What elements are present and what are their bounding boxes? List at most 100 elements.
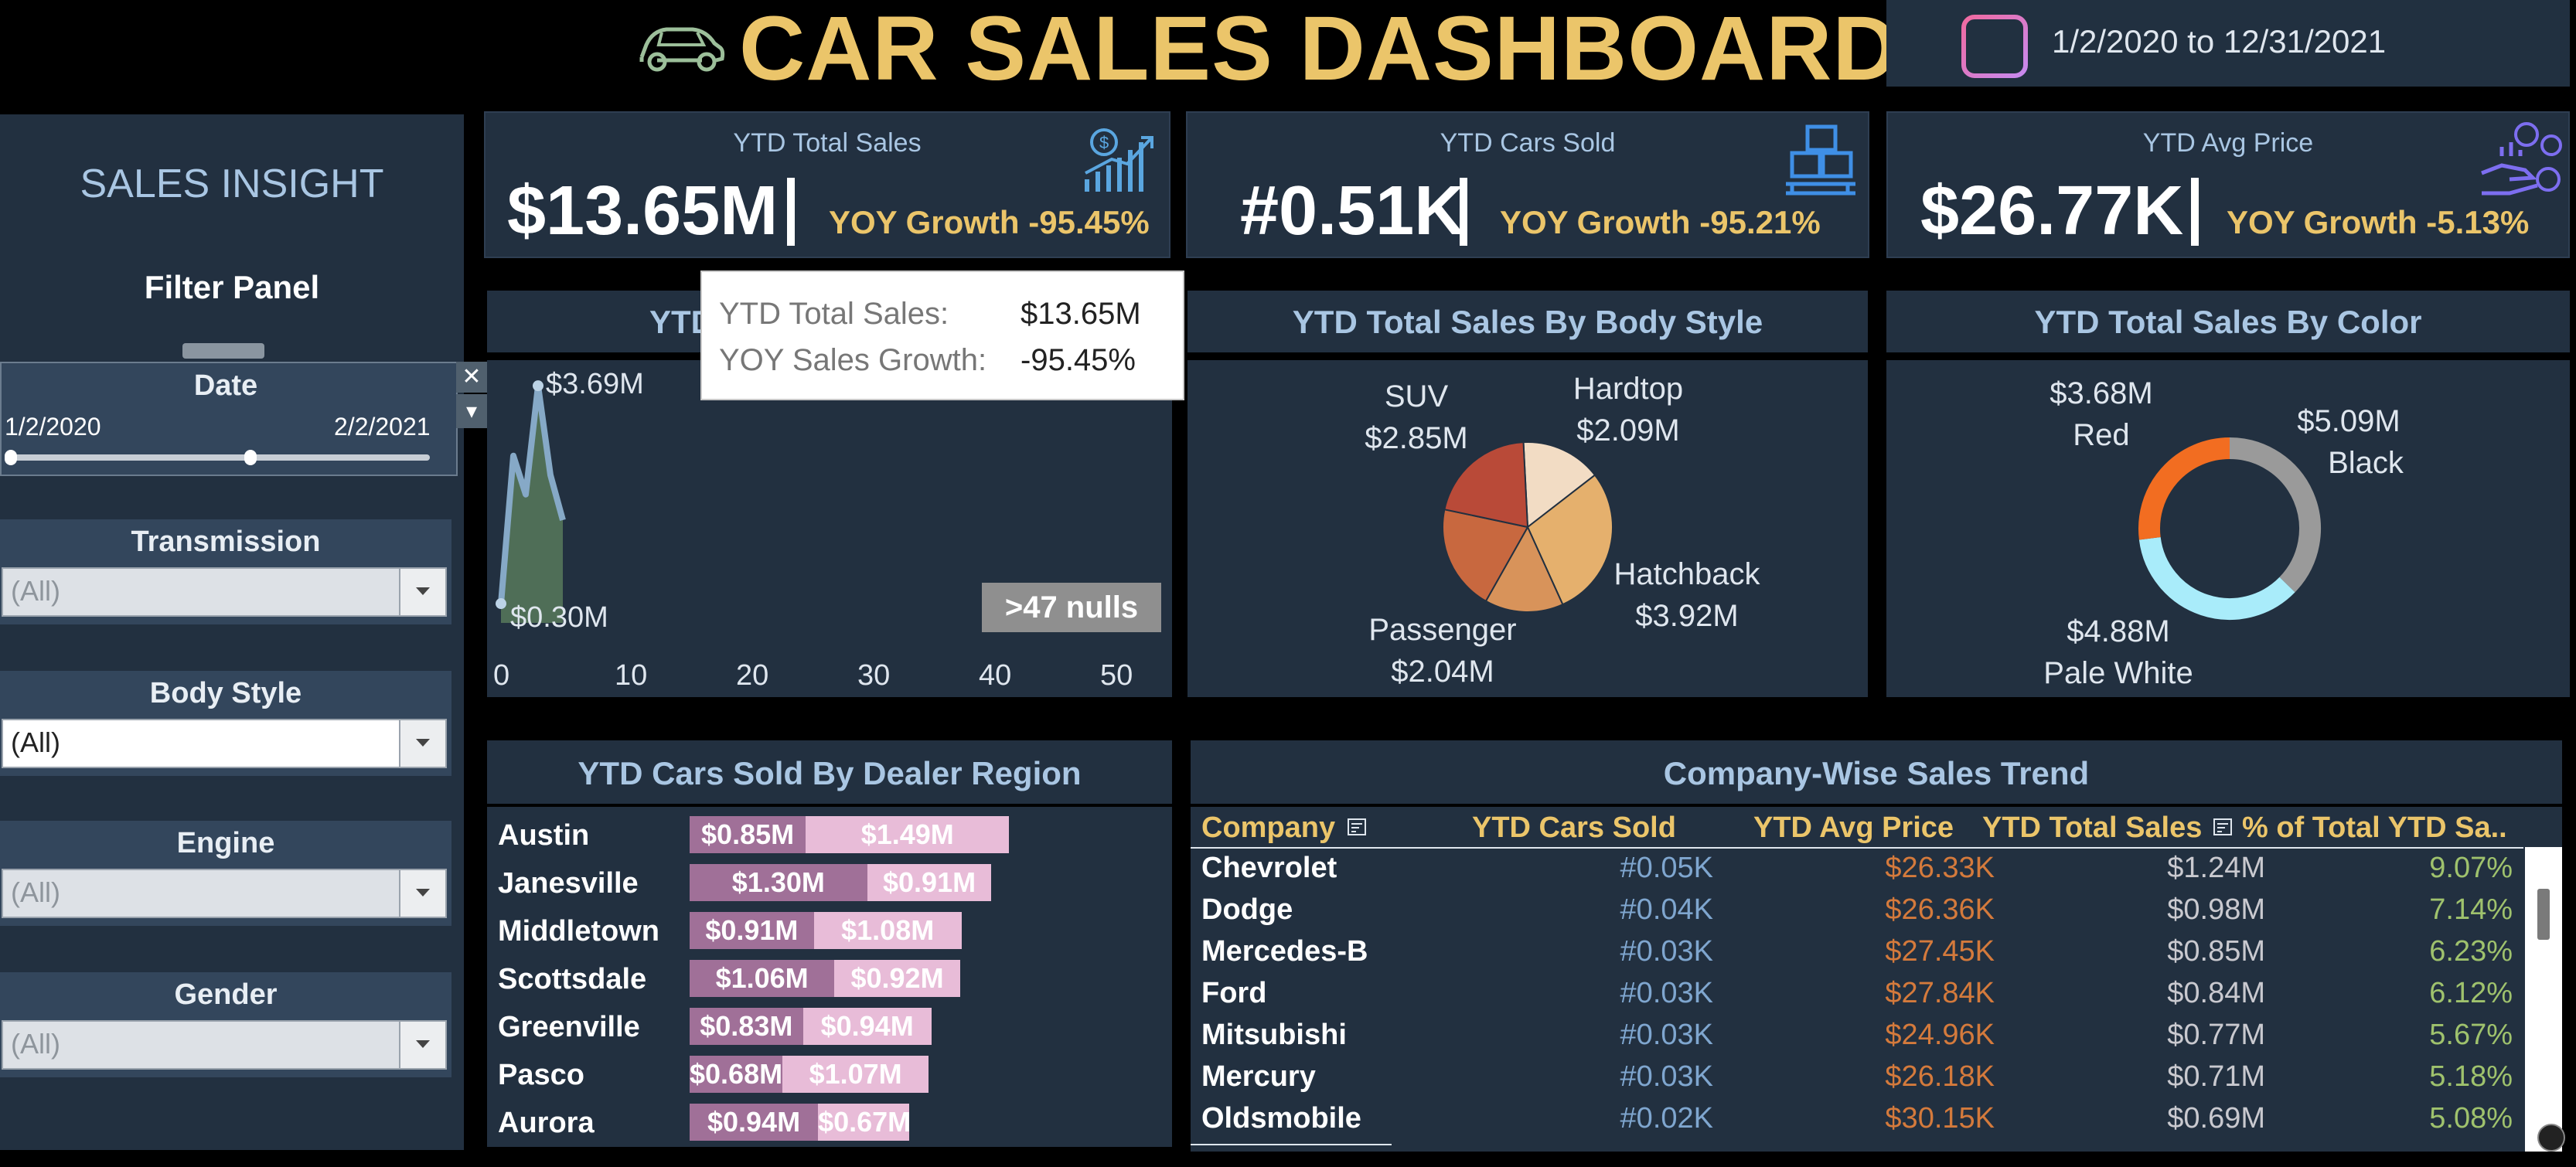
region-bar-segment-a[interactable]: $0.94M: [690, 1104, 819, 1141]
col-company[interactable]: Company: [1201, 811, 1335, 845]
body-style-title: YTD Total Sales By Body Style: [1292, 304, 1763, 340]
filter-panel-grip[interactable]: [182, 343, 264, 359]
donut-slice-red: [2138, 437, 2230, 540]
calendar-icon: [1958, 6, 2032, 80]
sort-icon[interactable]: [2213, 818, 2233, 836]
table-cell-pct: 9.07%: [2429, 852, 2513, 884]
trend-max-point: [533, 380, 543, 392]
boxes-icon: [1781, 122, 1859, 199]
engine-filter: Engine (All): [0, 821, 451, 926]
engine-dropdown[interactable]: (All): [2, 869, 447, 918]
table-cell-cars: #0.03K: [1620, 977, 1713, 1009]
kpi-total-sales: YTD Total Sales $13.65M YOY Growth -95.4…: [484, 111, 1170, 258]
trend-chart-svg[interactable]: 0 10 20 30 40 50: [487, 360, 1172, 697]
dashboard-title: CAR SALES DASHBOARD: [739, 0, 1900, 100]
date-slider-handle-end[interactable]: [244, 450, 257, 465]
body-style-filter-label: Body Style: [149, 677, 302, 709]
scrollbar-thumb[interactable]: [2537, 889, 2550, 940]
trend-min-point: [496, 598, 506, 610]
chevron-down-icon[interactable]: [399, 1022, 445, 1068]
kpi-divider: [2191, 178, 2199, 246]
table-cell-company: Chevrolet: [1201, 852, 1337, 884]
gender-filter: Gender (All): [0, 972, 451, 1077]
date-filter-label: Date: [193, 369, 258, 402]
region-bar-segment-b[interactable]: $0.92M: [834, 960, 960, 997]
region-title: YTD Cars Sold By Dealer Region: [578, 755, 1082, 791]
region-bar-segment-a[interactable]: $1.06M: [690, 960, 835, 997]
region-bar-segment-b[interactable]: $1.07M: [782, 1056, 929, 1093]
date-range-box: 1/2/2020 to 12/31/2021: [1886, 0, 2570, 87]
table-cell-sales: $1.24M: [2167, 852, 2265, 884]
donut-slice-pale-white: [2138, 536, 2295, 620]
company-title-bar: Company-Wise Sales Trend: [1191, 740, 2562, 804]
date-slider-track[interactable]: [9, 454, 430, 461]
donut-label: $4.88M: [2067, 614, 2169, 648]
x-tick-label: 10: [615, 659, 647, 692]
tooltip-growth-label: YOY Sales Growth:: [719, 343, 987, 377]
nulls-badge[interactable]: >47 nulls: [982, 583, 1161, 632]
table-cell-company: Mercury: [1201, 1060, 1316, 1093]
col-avg-price[interactable]: YTD Avg Price: [1753, 811, 1954, 845]
gender-dropdown[interactable]: (All): [2, 1020, 447, 1070]
region-bar-segment-a[interactable]: $1.30M: [690, 864, 867, 901]
region-label: Pasco: [498, 1059, 584, 1091]
row-end-line: [1191, 1144, 1392, 1145]
chevron-down-icon[interactable]: [399, 720, 445, 767]
date-filter[interactable]: Date 1/2/2020 2/2/2021: [0, 362, 458, 476]
pie-label: SUV: [1385, 379, 1449, 413]
date-start-value: 1/2/2020: [5, 413, 101, 441]
engine-dropdown-value: (All): [11, 876, 60, 908]
body-style-dropdown[interactable]: (All): [2, 719, 447, 768]
region-bar-segment-b[interactable]: $1.08M: [813, 912, 962, 949]
col-pct-total[interactable]: % of Total YTD Sa..: [2242, 811, 2507, 845]
kpi-divider: [1460, 178, 1467, 246]
table-cell-avg: $26.18K: [1885, 1060, 1995, 1093]
chevron-down-icon[interactable]: [399, 870, 445, 917]
body-style-pie[interactable]: SUV $2.85M Hardtop $2.09M Hatchback $3.92M Pas…: [1187, 360, 1868, 697]
date-filter-close-icon[interactable]: ✕: [456, 362, 487, 393]
filter-panel-title: Filter Panel: [144, 269, 320, 305]
company-rows: Chevrolet #0.05K $26.33K $1.24M 9.07% Dodge #0…: [1191, 849, 2523, 1152]
table-cell-pct: 7.14%: [2429, 893, 2513, 926]
color-donut[interactable]: $3.68M Red $5.09M Black $4.88M Pale White: [1886, 360, 2570, 697]
x-tick-label: 40: [979, 659, 1011, 692]
region-bar-segment-a[interactable]: $0.85M: [690, 816, 806, 853]
chevron-down-icon[interactable]: [399, 569, 445, 615]
table-cell-pct: 5.08%: [2429, 1102, 2513, 1135]
pie-label: $2.04M: [1391, 655, 1494, 689]
corner-menu-icon[interactable]: [2537, 1124, 2565, 1152]
body-style-filter: Body Style (All): [0, 671, 451, 776]
kpi-cars-sold: YTD Cars Sold #0.51K YOY Growth -95.21%: [1186, 111, 1869, 258]
table-cell-cars: #0.03K: [1620, 935, 1713, 968]
col-total-sales[interactable]: YTD Total Sales: [1982, 811, 2202, 845]
sort-icon[interactable]: [1347, 818, 1367, 836]
svg-text:$: $: [1099, 133, 1109, 152]
x-tick-label: 20: [736, 659, 768, 692]
region-bar-segment-a[interactable]: $0.68M: [690, 1056, 783, 1093]
transmission-filter: Transmission (All): [0, 519, 451, 624]
table-cell-cars: #0.03K: [1620, 1019, 1713, 1051]
kpi-divider: [787, 178, 795, 246]
pie-label: $2.09M: [1576, 413, 1679, 447]
col-cars-sold[interactable]: YTD Cars Sold: [1472, 811, 1676, 845]
table-scrollbar[interactable]: [2525, 847, 2562, 1152]
date-filter-menu-icon[interactable]: ▾: [456, 394, 487, 428]
table-cell-cars: #0.02K: [1620, 1102, 1713, 1135]
date-slider-handle-start[interactable]: [5, 450, 17, 465]
region-bar-segment-b[interactable]: $1.49M: [806, 816, 1010, 853]
date-range-text: 1/2/2020 to 12/31/2021: [2052, 23, 2387, 60]
region-bar-segment-b[interactable]: $0.67M: [818, 1104, 911, 1141]
table-cell-avg: $24.96K: [1885, 1019, 1995, 1051]
region-bar-segment-b[interactable]: $0.91M: [867, 864, 992, 901]
transmission-dropdown[interactable]: (All): [2, 567, 447, 617]
pie-label: Hatchback: [1614, 557, 1761, 591]
color-chart: $3.68M Red $5.09M Black $4.88M Pale White: [1886, 360, 2570, 697]
region-bar-segment-a[interactable]: $0.91M: [690, 912, 814, 949]
sales-growth-icon: $: [1081, 124, 1155, 198]
region-bar-segment-a[interactable]: $0.83M: [690, 1008, 803, 1045]
color-title-bar: YTD Total Sales By Color: [1886, 291, 2570, 352]
donut-label: $5.09M: [2297, 404, 2400, 438]
kpi-label: YTD Cars Sold: [1440, 128, 1616, 158]
tooltip-sales-label: YTD Total Sales:: [719, 297, 949, 331]
region-bar-segment-b[interactable]: $0.94M: [802, 1008, 932, 1045]
